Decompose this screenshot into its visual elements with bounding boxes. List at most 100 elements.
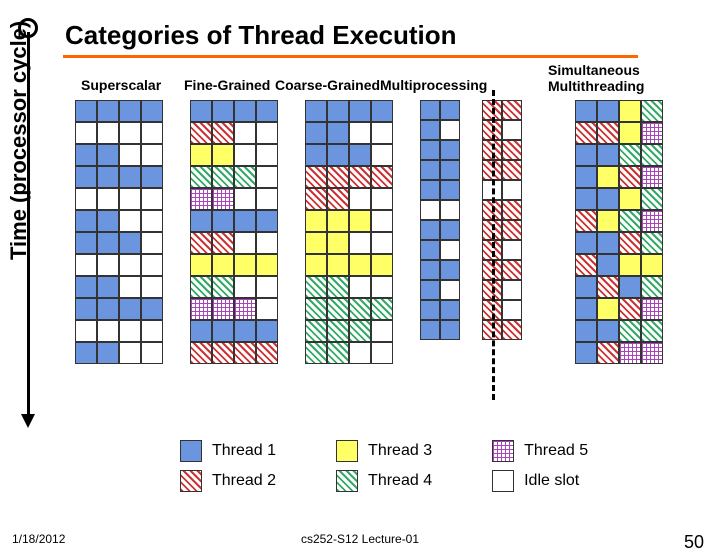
cell [305,320,327,342]
cell [619,188,641,210]
cell [349,342,371,364]
swatch-thread3 [336,440,358,462]
cell [327,100,349,122]
cell [371,100,393,122]
legend-thread5: Thread 5 [524,442,588,460]
cell [619,276,641,298]
cell [141,254,163,276]
cell [597,144,619,166]
cell [97,320,119,342]
cell [212,188,234,210]
cell [349,166,371,188]
cell [641,232,663,254]
swatch-thread4 [336,470,358,492]
cell [349,232,371,254]
cell [349,100,371,122]
cell [575,188,597,210]
cell [575,166,597,188]
axis-arrowhead [21,414,35,428]
cell [212,210,234,232]
cell [256,100,278,122]
header-superscalar: Superscalar [81,77,161,93]
grid-coarse-grained [305,100,393,364]
cell [575,232,597,254]
cell [575,320,597,342]
cell [234,122,256,144]
cell [619,100,641,122]
cell [212,320,234,342]
cell [371,122,393,144]
cell [190,210,212,232]
legend-thread4: Thread 4 [368,472,432,490]
cell [190,232,212,254]
cell [75,100,97,122]
cell [256,188,278,210]
cell [349,320,371,342]
cell [119,188,141,210]
cell [597,100,619,122]
cell [349,276,371,298]
cell [597,320,619,342]
cell [305,232,327,254]
footer-date: 1/18/2012 [12,532,65,546]
cell [575,122,597,144]
cell [575,144,597,166]
cell [305,166,327,188]
cell [141,188,163,210]
cell [597,122,619,144]
cell [371,276,393,298]
cell [597,276,619,298]
cell [75,254,97,276]
cell [371,232,393,254]
cell [349,298,371,320]
cell [119,166,141,188]
cell [641,320,663,342]
cell [641,166,663,188]
cell [75,298,97,320]
cell [305,144,327,166]
cell [212,276,234,298]
cell [141,166,163,188]
cell [97,100,119,122]
cell [97,144,119,166]
cell [190,188,212,210]
cell [371,298,393,320]
cell [97,254,119,276]
cell [256,254,278,276]
cell [641,144,663,166]
cell [119,298,141,320]
cell [619,254,641,276]
cell [190,276,212,298]
cell [575,276,597,298]
cell [371,254,393,276]
cell [141,122,163,144]
cell [305,188,327,210]
footer-lecture: cs252-S12 Lecture-01 [301,532,419,546]
cell [190,122,212,144]
cell [119,276,141,298]
cell [575,100,597,122]
page-title: Categories of Thread Execution [65,20,457,51]
cell [256,210,278,232]
cell [619,210,641,232]
cell [141,144,163,166]
cell [371,166,393,188]
cell [190,100,212,122]
cell [327,232,349,254]
cell [141,232,163,254]
cell [619,342,641,364]
cell [75,276,97,298]
cell [371,342,393,364]
cell [141,342,163,364]
cell [75,232,97,254]
cell [597,342,619,364]
cell [75,210,97,232]
cell [575,254,597,276]
cell [212,144,234,166]
cell [575,342,597,364]
cell [119,232,141,254]
cell [641,100,663,122]
axis-line [27,32,30,424]
cell [212,122,234,144]
header-coarse-grained: Coarse-Grained [275,77,380,93]
